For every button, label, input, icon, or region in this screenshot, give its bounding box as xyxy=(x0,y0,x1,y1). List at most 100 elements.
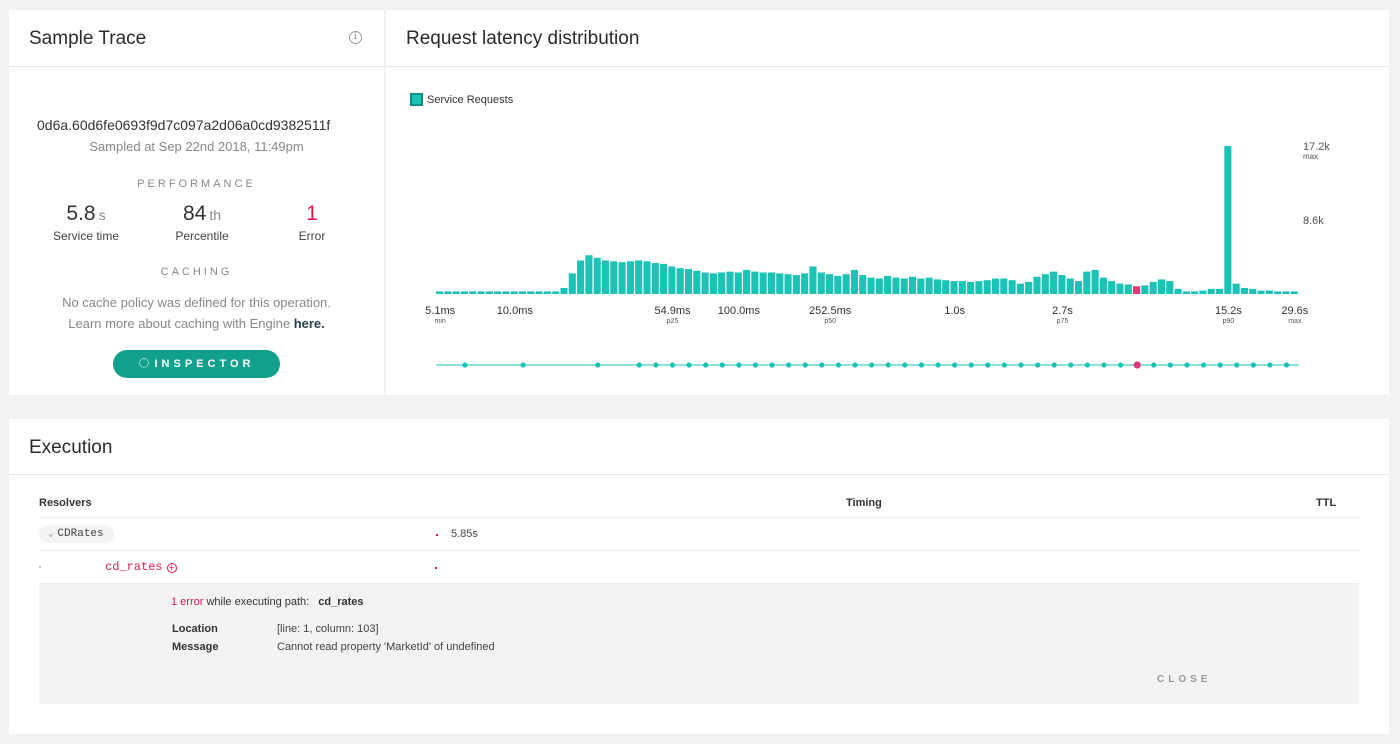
x-tick-label: 5.1ms xyxy=(425,305,455,317)
resolver-cdrates[interactable]: ⌄ CDRates xyxy=(39,525,114,543)
histogram-bar xyxy=(1141,285,1149,294)
histogram-bar xyxy=(494,291,502,294)
range-slider-dot xyxy=(902,362,908,368)
resolver-cd-rates[interactable]: cd_rates + xyxy=(105,560,177,574)
histogram-bar xyxy=(668,266,676,294)
histogram-bar xyxy=(543,291,551,294)
histogram-bar xyxy=(651,263,659,294)
histogram-bar xyxy=(900,278,908,294)
service-time-label: Service time xyxy=(52,229,120,243)
range-slider-dot xyxy=(918,362,925,368)
range-slider-dot xyxy=(786,362,792,368)
timing-bar xyxy=(435,567,437,569)
inspector-label: INSPECTOR xyxy=(154,358,255,370)
percentile-stat: 84th Percentile xyxy=(147,202,257,243)
close-button[interactable]: CLOSE xyxy=(1157,674,1211,685)
range-slider-dot xyxy=(869,362,875,368)
histogram-bar xyxy=(660,263,668,294)
histogram-bar xyxy=(759,272,767,294)
range-slider-dot xyxy=(520,362,526,368)
row-divider xyxy=(39,517,1359,518)
x-tick-label: 10.0ms xyxy=(497,305,534,317)
range-slider-dot xyxy=(703,362,709,368)
histogram-bar xyxy=(1216,288,1224,294)
histogram-bar xyxy=(1166,281,1174,294)
histogram-bar xyxy=(975,281,983,294)
histogram-bar xyxy=(743,269,751,294)
x-tick-sublabel: p25 xyxy=(667,318,679,325)
info-icon[interactable]: i xyxy=(349,31,362,44)
histogram-bar xyxy=(643,261,651,294)
histogram-bar xyxy=(875,278,883,294)
performance-label: PERFORMANCE xyxy=(137,178,256,190)
histogram-bar xyxy=(1083,271,1091,294)
error-count-value: 1 xyxy=(306,202,318,225)
histogram-bar xyxy=(626,261,634,294)
error-plus-icon[interactable]: + xyxy=(166,563,177,573)
histogram-bar xyxy=(767,272,776,294)
histogram-bar xyxy=(502,291,510,294)
divider xyxy=(9,66,384,67)
histogram-bar xyxy=(585,255,593,294)
histogram-bar xyxy=(1058,275,1066,294)
range-slider-dot xyxy=(595,362,601,368)
histogram-bar xyxy=(1133,286,1141,294)
x-tick-label: 29.6s xyxy=(1281,305,1308,317)
histogram-bar xyxy=(635,260,643,294)
range-slider-dot xyxy=(736,362,742,368)
cache-line-1: No cache policy was defined for this ope… xyxy=(62,295,331,310)
histogram-bar xyxy=(444,291,452,294)
timing-bar xyxy=(436,534,438,536)
histogram-bar xyxy=(834,275,842,294)
range-slider-dot xyxy=(1250,362,1256,368)
sample-trace-panel: Sample Trace i 0d6a.60d6fe0693f9d7c097a2… xyxy=(9,10,384,395)
histogram-bar xyxy=(1240,287,1249,294)
inspector-button[interactable]: INSPECTOR xyxy=(113,350,280,378)
histogram-bar xyxy=(1099,277,1107,294)
histogram-bar xyxy=(1265,290,1273,294)
histogram-bar xyxy=(1274,291,1282,294)
x-tick-label: 15.2s xyxy=(1215,305,1242,317)
histogram-bar xyxy=(726,271,734,294)
histogram-bar xyxy=(933,279,941,294)
x-tick-label: 54.9ms xyxy=(654,305,691,317)
histogram-bar xyxy=(618,262,626,294)
range-slider-dot xyxy=(1001,362,1008,368)
cache-message: No cache policy was defined for this ope… xyxy=(9,292,384,334)
histogram-bar xyxy=(469,291,477,294)
percentile-unit: th xyxy=(209,207,222,223)
histogram-bar xyxy=(518,291,527,294)
execution-title: Execution xyxy=(29,437,113,458)
resolvers-column-header: Resolvers xyxy=(39,497,92,509)
histogram-bar xyxy=(1000,278,1008,294)
histogram-bar xyxy=(718,272,726,294)
error-details: 1 error while executing path: cd_rates L… xyxy=(39,584,1359,704)
caching-docs-link[interactable]: here. xyxy=(294,316,325,331)
histogram-bar xyxy=(1257,290,1265,294)
histogram-bar xyxy=(436,291,444,294)
row-divider xyxy=(39,550,1359,551)
caching-label: CACHING xyxy=(160,266,233,278)
histogram-bar xyxy=(593,257,601,294)
histogram-bar xyxy=(709,273,717,294)
range-slider-dot xyxy=(935,362,941,368)
percentile-value: 84 xyxy=(182,202,207,225)
x-tick-sublabel: p90 xyxy=(1223,318,1235,325)
range-slider-dot xyxy=(686,362,692,368)
error-text: while executing path: xyxy=(206,596,310,608)
range-slider-dot xyxy=(669,362,676,368)
range-slider-dot xyxy=(1117,362,1124,368)
histogram-bar xyxy=(751,271,759,294)
histogram-bar xyxy=(485,291,493,294)
range-slider-dot xyxy=(719,362,725,368)
histogram-bar xyxy=(1232,283,1240,294)
histogram-bar xyxy=(826,274,834,294)
range-slider-dot xyxy=(1101,362,1107,368)
range-slider-dot xyxy=(636,362,642,368)
range-slider-dot xyxy=(1151,362,1157,368)
x-tick-label: 1.0s xyxy=(944,305,965,317)
inspector-icon xyxy=(138,358,149,368)
resolver-name: CDRates xyxy=(57,528,104,540)
range-slider-dot xyxy=(968,362,974,368)
range-slider-dot xyxy=(1018,362,1024,368)
